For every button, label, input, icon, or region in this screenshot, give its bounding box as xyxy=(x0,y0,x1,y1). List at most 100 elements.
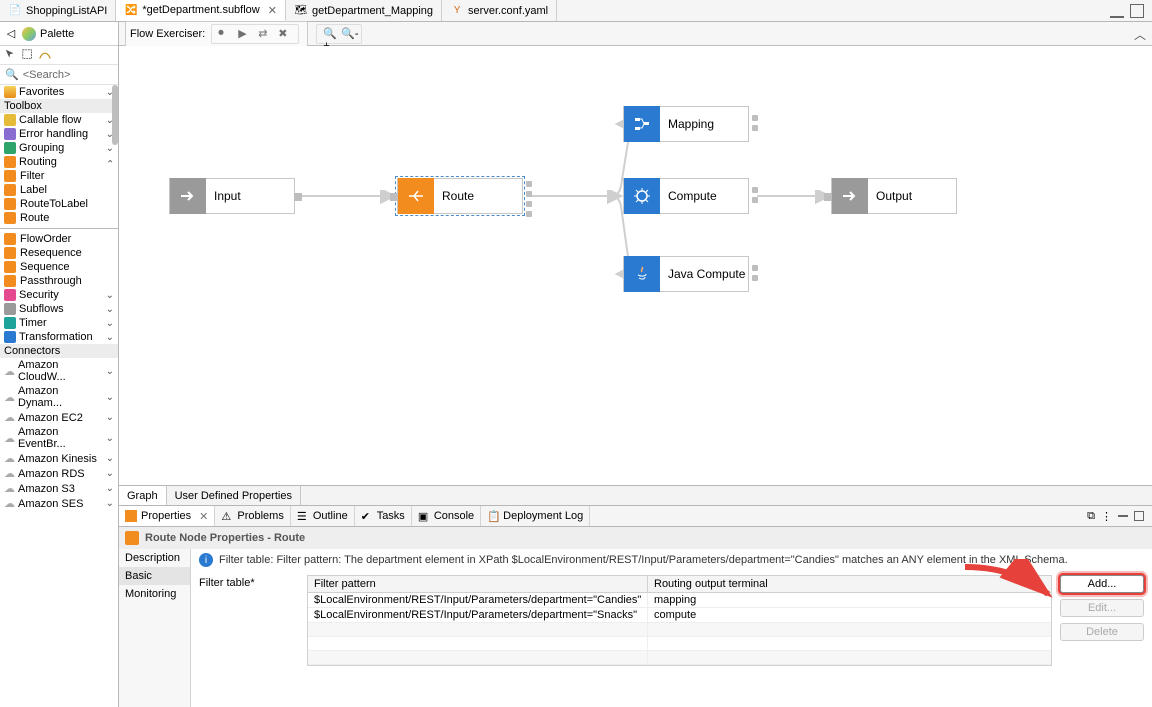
record-icon[interactable]: ⏺ xyxy=(218,27,232,41)
node-output[interactable]: Output xyxy=(831,178,957,214)
properties-title: Route Node Properties - Route xyxy=(145,532,305,544)
palette-connector-amazon-rds[interactable]: ☁Amazon RDS⌄ xyxy=(0,466,118,481)
table-row[interactable] xyxy=(308,651,1051,665)
palette-favorites[interactable]: Favorites ⌄ xyxy=(0,85,118,99)
palette-item-routetolabel[interactable]: RouteToLabel xyxy=(0,197,118,211)
collapse-toolbar-icon[interactable]: ︿ xyxy=(1134,26,1146,43)
node-route[interactable]: Route xyxy=(397,178,523,214)
palette-connector-amazon-cloudwatch[interactable]: ☁Amazon CloudW...⌄ xyxy=(0,358,118,384)
flow-canvas[interactable]: Input Route Mapping Compute xyxy=(119,46,1152,485)
palette-cat-grouping[interactable]: Grouping⌄ xyxy=(0,141,118,155)
palette-cat-timer[interactable]: Timer⌄ xyxy=(0,316,118,330)
node-compute[interactable]: Compute xyxy=(623,178,749,214)
node-input[interactable]: Input xyxy=(169,178,295,214)
editor-tab-getdepartment-mapping[interactable]: 🗺 getDepartment_Mapping xyxy=(286,0,442,21)
table-row[interactable]: $LocalEnvironment/REST/Input/Parameters/… xyxy=(308,593,1051,608)
output-port[interactable] xyxy=(294,193,302,201)
deployment-log-icon: 📋 xyxy=(487,510,499,522)
view-tab-properties[interactable]: Properties✕ xyxy=(119,506,215,526)
view-menu-icon[interactable]: ⋮ xyxy=(1101,510,1112,523)
palette-connector-amazon-eventbridge[interactable]: ☁Amazon EventBr...⌄ xyxy=(0,425,118,451)
output-ports[interactable] xyxy=(752,187,758,203)
palette-cat-subflows[interactable]: Subflows⌄ xyxy=(0,302,118,316)
palette-cat-security[interactable]: Security⌄ xyxy=(0,288,118,302)
view-tab-problems[interactable]: ⚠Problems xyxy=(215,506,290,526)
cell-pattern: $LocalEnvironment/REST/Input/Parameters/… xyxy=(308,608,648,622)
marquee-icon[interactable] xyxy=(21,48,35,62)
table-row[interactable]: $LocalEnvironment/REST/Input/Parameters/… xyxy=(308,608,1051,623)
chevron-down-icon: ⌄ xyxy=(106,433,114,444)
palette-item-label: Amazon CloudW... xyxy=(18,359,103,383)
output-ports[interactable] xyxy=(526,181,532,217)
palette-item-resequence[interactable]: Resequence xyxy=(0,246,118,260)
input-port[interactable] xyxy=(824,193,832,201)
node-label: Input xyxy=(206,189,294,203)
maximize-view-icon[interactable] xyxy=(1134,511,1144,521)
palette-cat-routing[interactable]: Routing⌄ xyxy=(0,155,118,169)
new-view-icon[interactable]: ⧉ xyxy=(1087,510,1095,523)
palette-scrollbar[interactable] xyxy=(112,85,118,145)
palette-section-connectors: Connectors xyxy=(0,344,118,358)
palette-item-label: Passthrough xyxy=(20,275,82,287)
delete-button[interactable]: Delete xyxy=(1060,623,1144,641)
add-button[interactable]: Add... xyxy=(1060,575,1144,593)
palette-cat-transformation[interactable]: Transformation⌄ xyxy=(0,330,118,344)
cursor-icon[interactable] xyxy=(4,48,18,62)
zoom-out-icon[interactable]: 🔍- xyxy=(341,27,355,41)
maximize-icon[interactable] xyxy=(1130,4,1144,18)
chevron-down-icon: ⌄ xyxy=(106,304,114,315)
editor-tab-getdepartment-subflow[interactable]: 🔀 *getDepartment.subflow ✕ xyxy=(116,0,286,21)
palette-cat-error-handling[interactable]: Error handling⌄ xyxy=(0,127,118,141)
connection-icon[interactable] xyxy=(38,48,52,62)
bottom-tab-udp[interactable]: User Defined Properties xyxy=(167,486,301,505)
palette-item-floworder[interactable]: FlowOrder xyxy=(0,232,118,246)
edit-button[interactable]: Edit... xyxy=(1060,599,1144,617)
palette-connector-amazon-s3[interactable]: ☁Amazon S3⌄ xyxy=(0,481,118,496)
security-icon xyxy=(4,289,16,301)
tab-label: *getDepartment.subflow xyxy=(142,4,259,16)
palette-connector-amazon-ec2[interactable]: ☁Amazon EC2⌄ xyxy=(0,410,118,425)
node-mapping[interactable]: Mapping xyxy=(623,106,749,142)
output-ports[interactable] xyxy=(752,115,758,131)
back-icon[interactable]: ◁ xyxy=(4,27,18,41)
palette-cat-label: Routing xyxy=(19,156,57,168)
properties-tab-basic[interactable]: Basic xyxy=(119,567,190,585)
stop-icon[interactable]: ✖ xyxy=(278,27,292,41)
table-row[interactable] xyxy=(308,637,1051,651)
tab-label: Tasks xyxy=(377,510,405,522)
view-tab-deployment-log[interactable]: 📋Deployment Log xyxy=(481,506,590,526)
close-icon[interactable]: ✕ xyxy=(268,4,277,17)
palette-item-label[interactable]: Label xyxy=(0,183,118,197)
shuffle-icon[interactable]: ⇄ xyxy=(258,27,272,41)
properties-tab-monitoring[interactable]: Monitoring xyxy=(119,585,190,603)
view-tab-console[interactable]: ▣Console xyxy=(412,506,481,526)
output-ports[interactable] xyxy=(752,265,758,281)
minimize-view-icon[interactable] xyxy=(1118,515,1128,517)
palette-connector-amazon-kinesis[interactable]: ☁Amazon Kinesis⌄ xyxy=(0,451,118,466)
filter-table[interactable]: Filter pattern Routing output terminal $… xyxy=(307,575,1052,666)
palette-item-passthrough[interactable]: Passthrough xyxy=(0,274,118,288)
properties-category-list: Description Basic Monitoring xyxy=(119,549,191,707)
map-icon: 🗺 xyxy=(294,4,308,18)
palette-cat-callable-flow[interactable]: Callable flow⌄ xyxy=(0,113,118,127)
connector-icon: ☁ xyxy=(4,467,15,480)
zoom-in-icon[interactable]: 🔍+ xyxy=(323,27,337,41)
palette-item-sequence[interactable]: Sequence xyxy=(0,260,118,274)
editor-tab-server-conf-yaml[interactable]: Y server.conf.yaml xyxy=(442,0,557,21)
view-tab-tasks[interactable]: ✔Tasks xyxy=(355,506,412,526)
input-port[interactable] xyxy=(390,193,398,201)
palette-item-route[interactable]: Route xyxy=(0,211,118,225)
view-tab-outline[interactable]: ☰Outline xyxy=(291,506,355,526)
minimize-icon[interactable] xyxy=(1110,4,1124,18)
palette-connector-amazon-ses[interactable]: ☁Amazon SES⌄ xyxy=(0,496,118,511)
bottom-tab-graph[interactable]: Graph xyxy=(119,486,167,505)
palette-search[interactable]: 🔍 <Search> xyxy=(0,65,118,85)
editor-tab-shoppinglistapi[interactable]: 📄 ShoppingListAPI xyxy=(0,0,116,21)
properties-tab-description[interactable]: Description xyxy=(119,549,190,567)
node-java-compute[interactable]: Java Compute xyxy=(623,256,749,292)
palette-connector-amazon-dynamo[interactable]: ☁Amazon Dynam...⌄ xyxy=(0,384,118,410)
close-icon[interactable]: ✕ xyxy=(199,510,208,523)
play-icon[interactable]: ▶ xyxy=(238,27,252,41)
table-row[interactable] xyxy=(308,623,1051,637)
palette-item-filter[interactable]: Filter xyxy=(0,169,118,183)
